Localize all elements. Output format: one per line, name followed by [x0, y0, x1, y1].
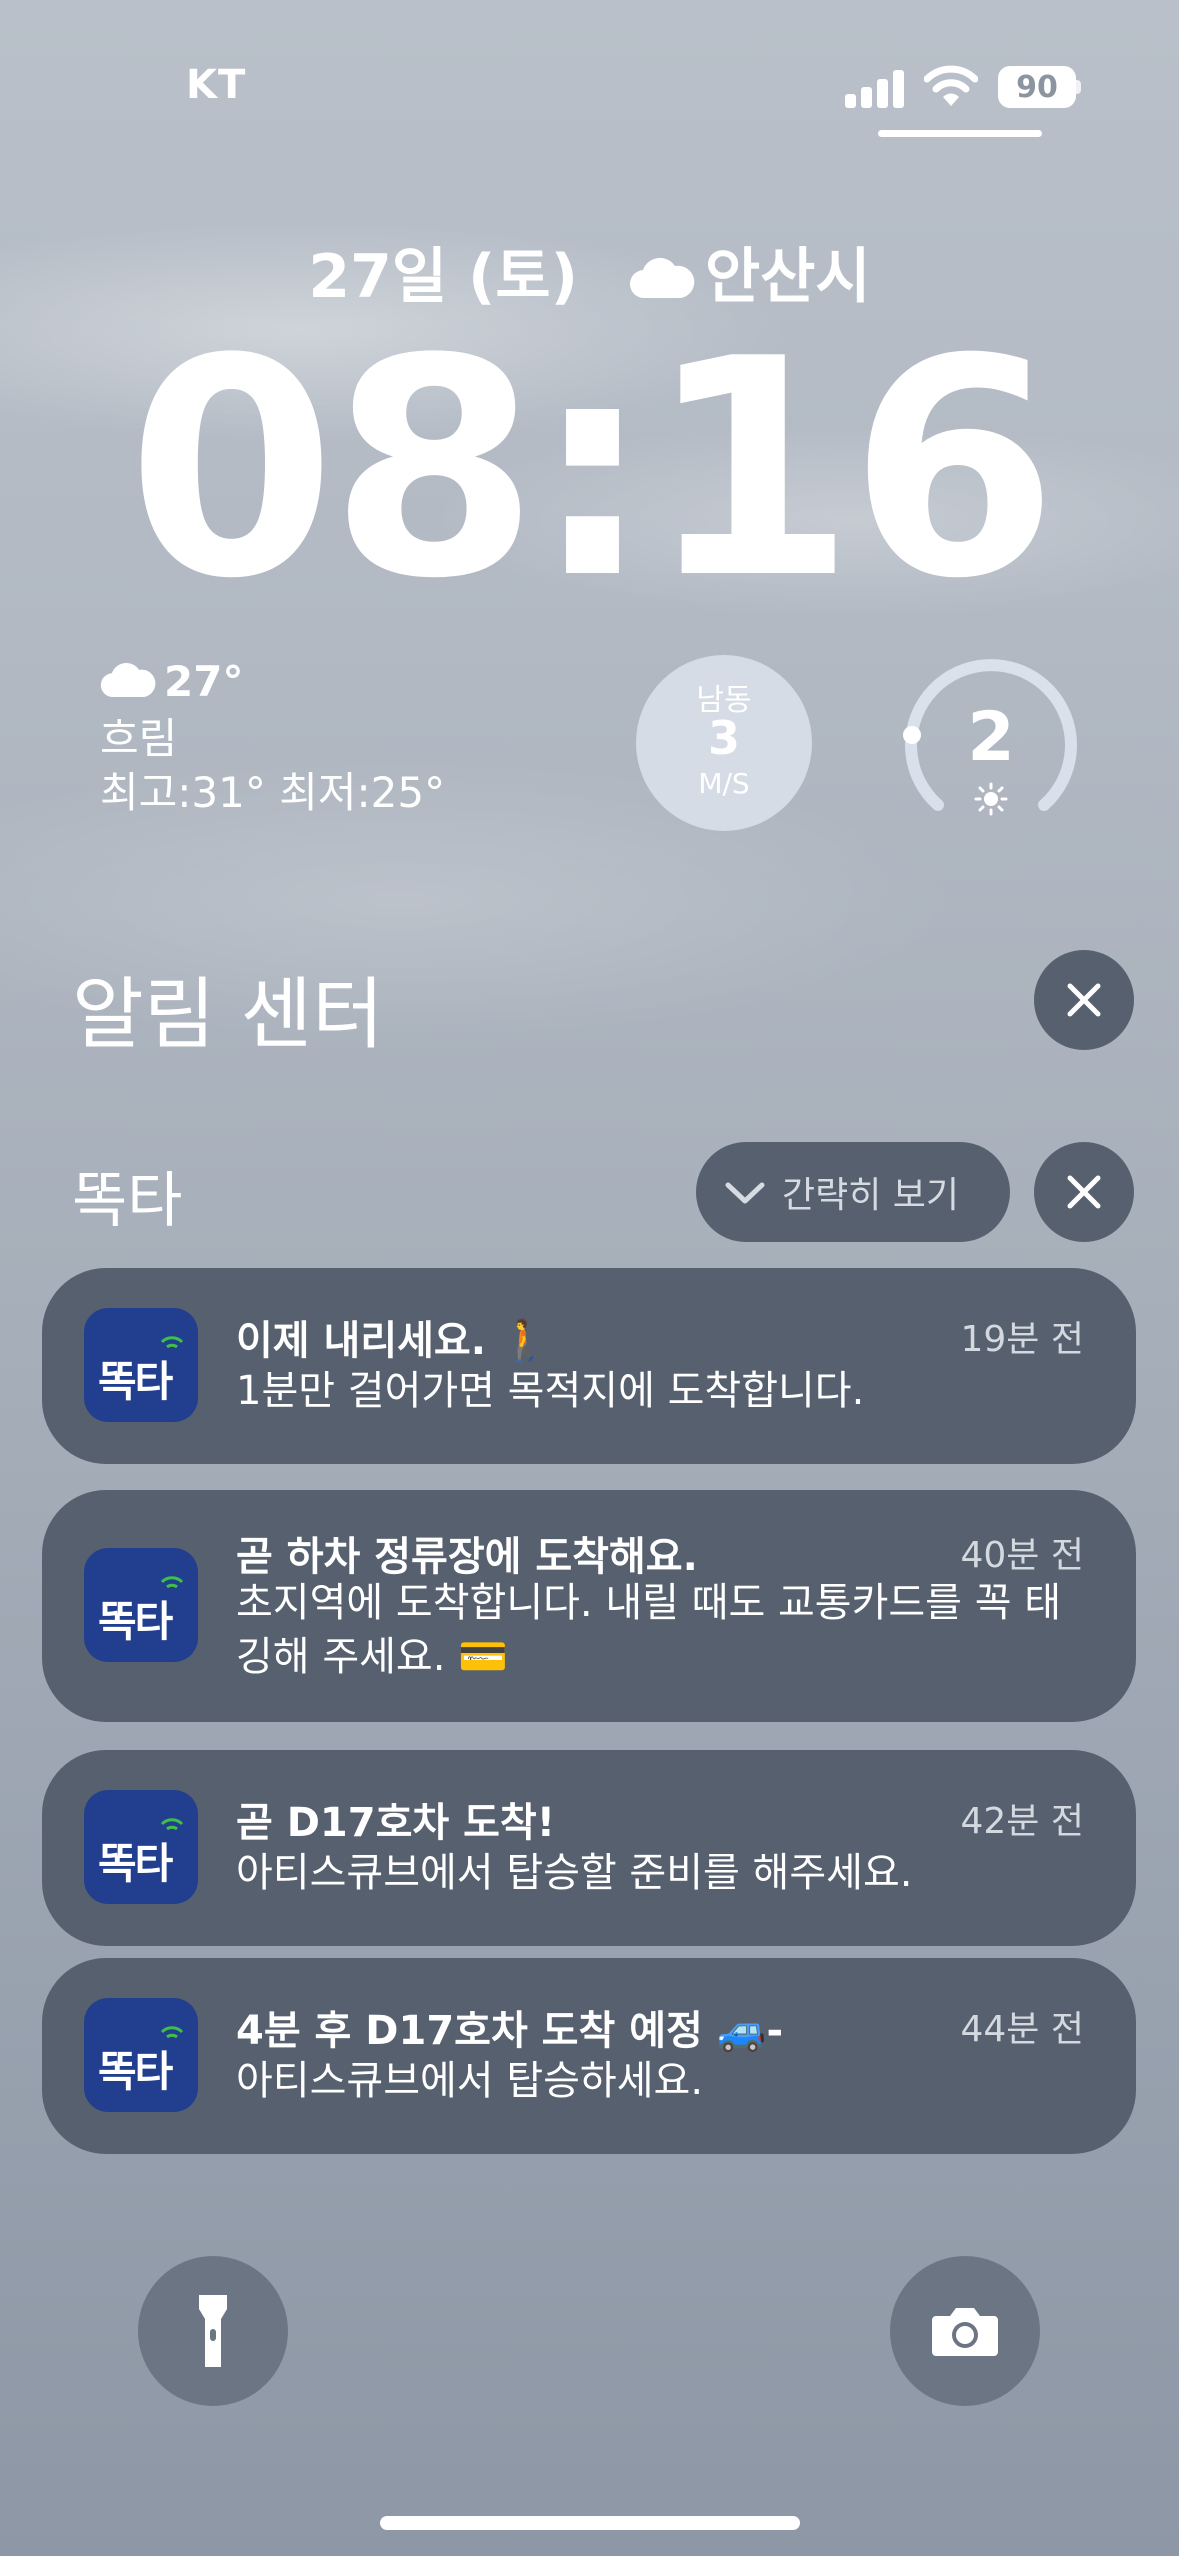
lock-screen: KT 90 27일 (토) 안산시 08:16 27° 흐림 최고:31° 최저…: [0, 0, 1179, 2556]
app-group-name: 똑타: [72, 1166, 183, 1236]
weather-temperature: 27°: [164, 657, 244, 706]
notification-body: 아티스큐브에서 탑승할 준비를 해주세요.: [236, 1850, 913, 1896]
notification-center-title: 알림 센터: [72, 970, 384, 1060]
notification-card[interactable]: 똑타 이제 내리세요. 🚶 19분 전 1분만 걸어가면 목적지에 도착합니다.: [42, 1268, 1136, 1464]
notification-title: 곧 D17호차 도착!: [236, 1800, 555, 1846]
chevron-down-icon: [725, 1182, 765, 1204]
app-icon: 똑타: [84, 1548, 198, 1662]
notification-title: 4분 후 D17호차 도착 예정 🚙-: [236, 2008, 784, 2054]
notification-body: 초지역에 도착합니다. 내릴 때도 교통카드를 꼭 태깅해 주세요. 💳: [236, 1580, 1062, 1680]
weather-temp-row: 27°: [100, 655, 445, 712]
app-icon-label: 똑타: [98, 1597, 173, 1646]
notification-card[interactable]: 똑타 곧 D17호차 도착! 42분 전 아티스큐브에서 탑승할 준비를 해주세…: [42, 1750, 1136, 1946]
app-icon: 똑타: [84, 1790, 198, 1904]
signal-waves-icon: [160, 1818, 184, 1831]
notification-body: 1분만 걸어가면 목적지에 도착합니다.: [236, 1368, 865, 1414]
show-less-button[interactable]: 간략히 보기: [696, 1142, 1010, 1242]
notification-title: 이제 내리세요. 🚶: [236, 1318, 550, 1364]
clock-time: 08:16: [127, 295, 1058, 644]
carrier-label: KT: [186, 62, 247, 108]
notification-time: 40분 전: [960, 1535, 1085, 1576]
clear-all-button[interactable]: [1034, 950, 1134, 1050]
weather-widget[interactable]: 27° 흐림 최고:31° 최저:25°: [100, 655, 445, 820]
camera-button[interactable]: [890, 2256, 1040, 2406]
battery-indicator: 90: [998, 66, 1076, 108]
uv-index-widget[interactable]: 2: [898, 650, 1084, 836]
wind-speed: 3: [707, 711, 740, 765]
notification-body: 아티스큐브에서 탑승하세요.: [236, 2058, 704, 2104]
signal-waves-icon: [160, 2026, 184, 2039]
notification-card[interactable]: 똑타 곧 하차 정류장에 도착해요. 40분 전 초지역에 도착합니다. 내릴 …: [42, 1490, 1136, 1722]
sun-icon: [974, 782, 1008, 820]
flashlight-button[interactable]: [138, 2256, 288, 2406]
show-less-label: 간략히 보기: [782, 1175, 960, 1216]
signal-waves-icon: [160, 1336, 184, 1349]
wifi-icon: [923, 64, 979, 112]
weather-high-low: 최고:31° 최저:25°: [100, 767, 446, 817]
wind-widget[interactable]: 남동 3 M/S: [636, 655, 812, 831]
weather-condition: 흐림: [100, 713, 178, 763]
home-indicator[interactable]: [380, 2516, 800, 2530]
wind-unit: M/S: [698, 767, 750, 800]
clear-group-button[interactable]: [1034, 1142, 1134, 1242]
signal-icon: [845, 68, 905, 108]
close-icon: [1067, 1175, 1101, 1209]
battery-cap: [1076, 80, 1081, 94]
notification-time: 42분 전: [960, 1801, 1085, 1842]
notification-card[interactable]: 똑타 4분 후 D17호차 도착 예정 🚙- 44분 전 아티스큐브에서 탑승하…: [42, 1958, 1136, 2154]
cloud-icon: [100, 658, 156, 712]
status-underline: [878, 130, 1042, 137]
camera-icon: [932, 2308, 998, 2356]
signal-waves-icon: [160, 1576, 184, 1589]
uv-value: 2: [967, 698, 1015, 777]
app-icon-label: 똑타: [98, 1839, 173, 1888]
notification-title: 곧 하차 정류장에 도착해요.: [236, 1534, 698, 1580]
notification-time: 44분 전: [960, 2009, 1085, 2050]
app-icon: 똑타: [84, 1308, 198, 1422]
app-icon: 똑타: [84, 1998, 198, 2112]
notification-time: 19분 전: [960, 1319, 1085, 1360]
app-icon-label: 똑타: [98, 1357, 173, 1406]
flashlight-icon: [199, 2295, 227, 2367]
app-icon-label: 똑타: [98, 2047, 173, 2096]
close-icon: [1067, 983, 1101, 1017]
